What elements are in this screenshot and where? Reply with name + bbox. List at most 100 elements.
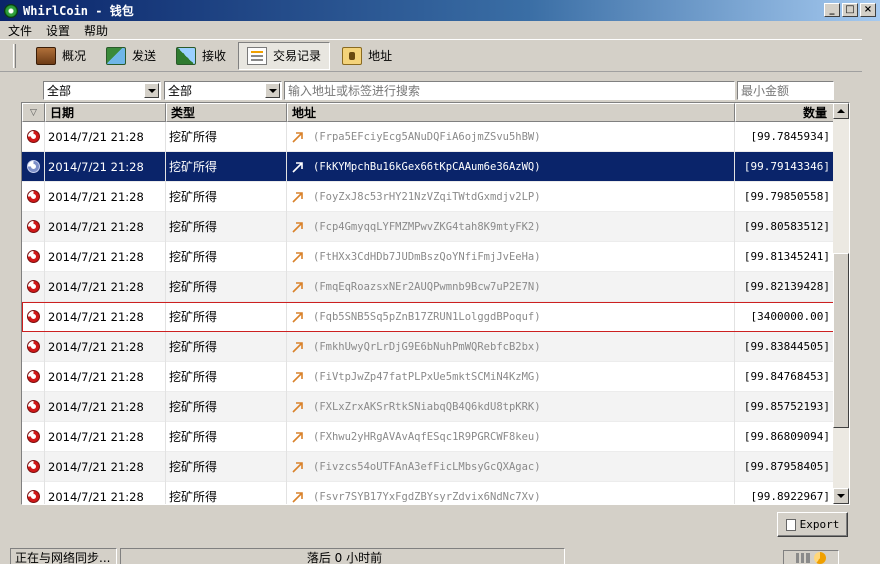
status-bar: 正在与网络同步... 落后 0 小时前	[0, 546, 880, 564]
type-cell: 挖矿所得	[166, 421, 287, 452]
table-row[interactable]: 2014/7/21 21:28 挖矿所得 (FtHXx3CdHDb7JUDmBszQ…	[22, 241, 834, 272]
date-cell: 2014/7/21 21:28	[45, 181, 166, 212]
address-text: (Fqb5SNB5Sq5pZnB17ZRUN1LolggdBPoquf)	[313, 310, 541, 323]
date-filter-select[interactable]: 全部	[43, 81, 161, 100]
mined-arrow-icon	[291, 160, 305, 174]
date-cell: 2014/7/21 21:28	[45, 121, 166, 152]
filter-row: 全部 全部	[0, 81, 880, 101]
toolbar-receive-label: 接收	[202, 49, 227, 63]
amount-cell: [99.84768453]	[735, 361, 834, 392]
table-row[interactable]: 2014/7/21 21:28 挖矿所得 (FmkhUwyQrLrDjG9E6bNu…	[22, 331, 834, 362]
mined-status-icon	[26, 280, 40, 293]
close-button[interactable]: ×	[860, 3, 876, 17]
document-icon	[785, 518, 796, 531]
mined-arrow-icon	[291, 130, 305, 144]
date-cell: 2014/7/21 21:28	[45, 151, 166, 182]
title-bar[interactable]: WhirlCoin - 钱包 _ □ ×	[0, 0, 880, 21]
amount-cell: [99.8922967]	[735, 481, 834, 504]
address-cell: (FtHXx3CdHDb7JUDmBszQoYNfiFmjJvEeHa)	[287, 241, 735, 272]
mined-arrow-icon	[291, 430, 305, 444]
amount-column-header[interactable]: 数量	[735, 103, 834, 122]
date-column-header[interactable]: 日期	[45, 103, 166, 122]
scroll-down-button[interactable]	[833, 488, 849, 504]
menu-settings[interactable]: 设置	[46, 22, 70, 39]
status-cell	[22, 361, 45, 392]
address-text: (FmqEqRoazsxNEr2AUQPwmnb9Bcw7uP2E7N)	[313, 280, 541, 293]
type-filter-select[interactable]: 全部	[164, 81, 282, 100]
export-label: Export	[799, 518, 840, 531]
mined-arrow-icon	[291, 250, 305, 264]
status-cell	[22, 331, 45, 362]
amount-cell: [99.87958405]	[735, 451, 834, 482]
mined-arrow-icon	[291, 370, 305, 384]
table-row[interactable]: 2014/7/21 21:28 挖矿所得 (FkKYMpchBu16kGex66tK…	[22, 151, 834, 182]
address-text: (FtHXx3CdHDb7JUDmBszQoYNfiFmjJvEeHa)	[313, 250, 541, 263]
toolbar-grip[interactable]	[13, 44, 16, 68]
date-cell: 2014/7/21 21:28	[45, 391, 166, 422]
min-amount-input[interactable]	[737, 81, 834, 100]
mined-arrow-icon	[291, 490, 305, 504]
status-column-header[interactable]: ▽	[22, 103, 45, 122]
scroll-up-button[interactable]	[833, 103, 849, 119]
date-cell: 2014/7/21 21:28	[45, 481, 166, 504]
chevron-down-icon[interactable]	[265, 83, 280, 98]
table-row[interactable]: 2014/7/21 21:28 挖矿所得 (FoyZxJ8c53rHY21NzVZq…	[22, 181, 834, 212]
type-column-header[interactable]: 类型	[166, 103, 287, 122]
toolbar-overview-button[interactable]: 概况	[28, 42, 94, 70]
mined-status-icon	[26, 490, 40, 503]
address-text: (Frpa5EFciyEcg5ANuDQFiA6ojmZSvu5hBW)	[313, 130, 541, 143]
address-cell: (FmkhUwyQrLrDjG9E6bNuhPmWQRebfcB2bx)	[287, 331, 735, 362]
wallet-icon	[36, 46, 56, 65]
table-row[interactable]: 2014/7/21 21:28 挖矿所得 (Fqb5SNB5Sq5pZnB17ZRU…	[22, 301, 834, 332]
mined-status-icon	[26, 130, 40, 143]
date-filter-value: 全部	[47, 84, 72, 98]
menu-help[interactable]: 帮助	[84, 22, 108, 39]
toolbar-transactions-button[interactable]: 交易记录	[238, 41, 331, 70]
toolbar-receive-button[interactable]: 接收	[168, 42, 234, 70]
amount-cell: [99.80583512]	[735, 211, 834, 242]
table-row[interactable]: 2014/7/21 21:28 挖矿所得 (Fivzcs54oUTFAnA3efFi…	[22, 451, 834, 482]
table-row[interactable]: 2014/7/21 21:28 挖矿所得 (FmqEqRoazsxNEr2AUQPw…	[22, 271, 834, 302]
minimize-button[interactable]: _	[824, 3, 840, 17]
address-cell: (Fsvr7SYB17YxFgdZBYsyrZdvix6NdNc7Xv)	[287, 481, 735, 504]
status-cell	[22, 421, 45, 452]
amount-cell: [99.7845934]	[735, 121, 834, 152]
table-row[interactable]: 2014/7/21 21:28 挖矿所得 (Fsvr7SYB17YxFgdZBYsy…	[22, 481, 834, 504]
table-row[interactable]: 2014/7/21 21:28 挖矿所得 (FiVtpJwZp47fatPLPxUe…	[22, 361, 834, 392]
amount-cell: [99.81345241]	[735, 241, 834, 272]
address-cell: (FXhwu2yHRgAVAvAqfESqc1R9PGRCWF8keu)	[287, 421, 735, 452]
toolbar-address-button[interactable]: 地址	[334, 42, 400, 70]
type-cell: 挖矿所得	[166, 151, 287, 182]
table-row[interactable]: 2014/7/21 21:28 挖矿所得 (FXhwu2yHRgAVAvAqfESq…	[22, 421, 834, 452]
mined-status-icon	[26, 460, 40, 473]
address-text: (Fsvr7SYB17YxFgdZBYsyrZdvix6NdNc7Xv)	[313, 490, 541, 503]
status-cell	[22, 391, 45, 422]
transactions-table: ▽ 日期 类型 地址 数量 2014/7/21 21:28 挖矿所得 (Frpa5E…	[21, 102, 850, 505]
status-cell	[22, 451, 45, 482]
sort-indicator-icon: ▽	[30, 107, 37, 118]
toolbar-send-button[interactable]: 发送	[98, 42, 164, 70]
amount-cell: [99.86809094]	[735, 421, 834, 452]
scrollbar-thumb[interactable]	[833, 253, 849, 428]
network-status	[783, 550, 839, 564]
table-row[interactable]: 2014/7/21 21:28 挖矿所得 (FXLxZrxAKSrRtkSNiabq…	[22, 391, 834, 422]
chevron-down-icon[interactable]	[144, 83, 159, 98]
mined-arrow-icon	[291, 400, 305, 414]
maximize-button[interactable]: □	[842, 3, 858, 17]
export-button[interactable]: Export	[777, 512, 848, 537]
address-text: (Fcp4GmyqqLYFMZMPwvZKG4tah8K9mtyFK2)	[313, 220, 541, 233]
vertical-scrollbar[interactable]	[833, 103, 849, 504]
address-column-header[interactable]: 地址	[287, 103, 735, 122]
address-cell: (Fivzcs54oUTFAnA3efFicLMbsyGcQXAgac)	[287, 451, 735, 482]
date-cell: 2014/7/21 21:28	[45, 361, 166, 392]
mined-status-icon	[26, 220, 40, 233]
window-title: WhirlCoin - 钱包	[23, 4, 134, 18]
send-icon	[106, 46, 127, 65]
table-row[interactable]: 2014/7/21 21:28 挖矿所得 (Frpa5EFciyEcg5ANuDQF…	[22, 121, 834, 152]
address-cell: (FiVtpJwZp47fatPLPxUe5mktSCMiN4KzMG)	[287, 361, 735, 392]
menu-file[interactable]: 文件	[8, 22, 32, 39]
amount-cell: [99.85752193]	[735, 391, 834, 422]
transaction-history-icon	[247, 46, 268, 65]
table-row[interactable]: 2014/7/21 21:28 挖矿所得 (Fcp4GmyqqLYFMZMPwvZK…	[22, 211, 834, 242]
address-search-input[interactable]	[284, 81, 735, 100]
